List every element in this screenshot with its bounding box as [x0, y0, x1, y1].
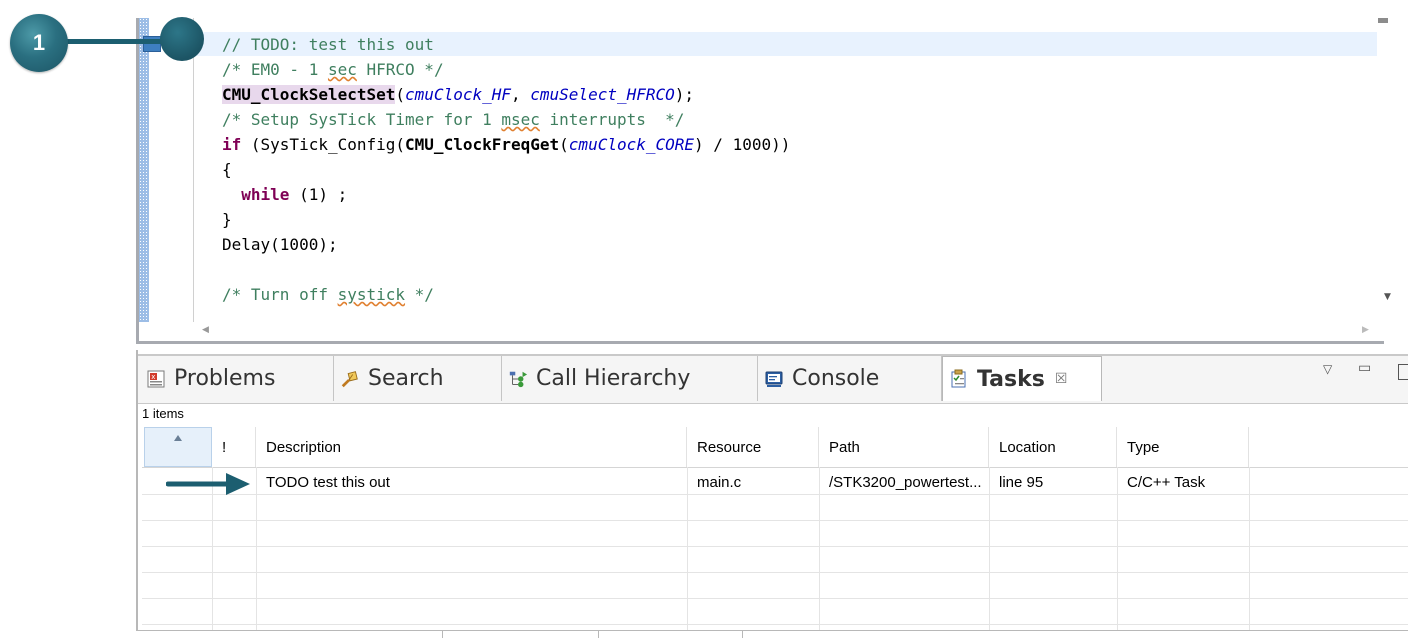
minimize-icon[interactable]: ▭ [1358, 360, 1371, 376]
code-line-if[interactable]: if (SysTick_Config(CMU_ClockFreqGet(cmuC… [222, 132, 790, 157]
problems-icon: x [146, 369, 166, 389]
code-text: ); [674, 85, 695, 104]
maximize-icon[interactable] [1398, 364, 1408, 380]
code-text: ) / 1000)) [694, 135, 791, 154]
code-text: */ [405, 285, 434, 304]
tasks-icon [949, 369, 969, 389]
tab-label: Call Hierarchy [536, 366, 691, 391]
status-divider [598, 631, 599, 638]
items-bar [138, 403, 1408, 426]
row-divider [142, 546, 1408, 547]
status-divider [742, 631, 743, 638]
row-divider [142, 598, 1408, 599]
tab-label: Tasks [977, 366, 1045, 392]
column-header-label: Resource [697, 438, 762, 456]
code-line-clock-select[interactable]: CMU_ClockSelectSet(cmuClock_HF, cmuSelec… [222, 82, 694, 107]
code-text: interrupts */ [539, 110, 685, 129]
tab-label: Search [368, 366, 444, 391]
tab-call-hierarchy[interactable]: Call Hierarchy [502, 356, 758, 401]
code-keyword: if [222, 135, 242, 154]
code-text: /* Setup SysTick Timer for 1 [222, 110, 502, 129]
scroll-down-arrow-icon[interactable]: ▼ [1384, 292, 1391, 302]
status-divider [442, 631, 443, 638]
row-divider [142, 520, 1408, 521]
code-keyword: while [241, 185, 290, 204]
cell-type: C/C++ Task [1127, 474, 1206, 491]
code-param: cmuClock_CORE [568, 135, 695, 154]
table-header-divider [142, 467, 1408, 468]
gutter-divider [193, 18, 194, 322]
code-text: ( [559, 135, 569, 154]
column-header-location[interactable]: Location [989, 427, 1117, 467]
tab-label: Console [792, 366, 880, 391]
code-line-brace-open[interactable]: { [222, 157, 232, 182]
code-line-comment-systick[interactable]: /* Setup SysTick Timer for 1 msec interr… [222, 107, 684, 132]
row-divider [142, 572, 1408, 573]
row-divider [142, 624, 1408, 625]
spelling-warning: sec [327, 60, 357, 79]
code-line-comment-turn-off[interactable]: /* Turn off systick */ [222, 282, 434, 307]
scroll-thumb[interactable] [1378, 18, 1388, 23]
spelling-warning: msec [501, 110, 540, 129]
code-text: ( [395, 85, 406, 104]
spelling-warning: systick [337, 285, 406, 304]
scroll-right-arrow-icon[interactable]: ▶ [1362, 325, 1369, 335]
code-param: cmuSelect_HFRCO [530, 85, 675, 104]
column-header-type[interactable]: Type [1117, 427, 1249, 467]
tab-search[interactable]: Search [334, 356, 502, 401]
column-header-label: Path [829, 438, 860, 456]
function-name: CMU_ClockSelectSet [222, 85, 396, 104]
scroll-left-arrow-icon[interactable]: ◀ [202, 325, 209, 335]
code-line-while[interactable]: while (1) ; [222, 182, 347, 207]
column-header-label: Type [1127, 438, 1160, 456]
svg-text:x: x [151, 373, 155, 381]
column-header-filler [1249, 427, 1408, 467]
console-icon [764, 369, 784, 389]
callout-line [66, 39, 174, 44]
column-header-description[interactable]: Description [256, 427, 687, 467]
code-text: /* Turn off [222, 285, 338, 304]
column-divider [1249, 467, 1250, 630]
items-count: 1 items [142, 406, 184, 421]
call-hierarchy-icon [508, 369, 528, 389]
editor-vertical-scrollbar[interactable] [1377, 18, 1389, 322]
close-icon[interactable]: ☒ [1055, 371, 1068, 387]
search-icon [340, 369, 360, 389]
code-text: HFRCO */ [356, 60, 444, 79]
code-line-todo[interactable]: // TODO: test this out [222, 32, 434, 57]
code-text: (SysTick_Config( [241, 135, 406, 154]
column-header-resource[interactable]: Resource [687, 427, 819, 467]
code-param: cmuClock_HF [405, 85, 511, 104]
column-header-label: Location [999, 438, 1056, 456]
view-menu-icon[interactable]: ▽ [1323, 362, 1332, 376]
tab-label: Problems [174, 366, 276, 391]
code-text: , [511, 85, 531, 104]
cell-path: /STK3200_powertest... [829, 474, 982, 491]
code-text: (1) ; [289, 185, 348, 204]
code-line-delay[interactable]: Delay(1000); [222, 232, 338, 257]
sort-indicator-column[interactable] [144, 427, 212, 467]
column-header-label: ! [222, 438, 227, 456]
column-header-path[interactable]: Path [819, 427, 989, 467]
code-line-comment-em0[interactable]: /* EM0 - 1 sec HFRCO */ [222, 57, 444, 82]
editor-horizontal-scrollbar[interactable] [194, 322, 1377, 340]
tab-tasks[interactable]: Tasks ☒ [942, 356, 1102, 401]
callout-badge: 1 [10, 14, 68, 72]
callout-arrow-icon [166, 473, 250, 495]
overview-ruler[interactable] [139, 18, 149, 322]
column-header-label: Description [266, 438, 342, 456]
code-text: /* EM0 - 1 [222, 60, 328, 79]
tab-problems[interactable]: x Problems [140, 356, 334, 401]
cell-resource: main.c [697, 474, 742, 491]
code-line-brace-close[interactable]: } [222, 207, 232, 232]
editor-frame-bottom [136, 341, 1384, 344]
tab-console[interactable]: Console [758, 356, 942, 401]
callout-pointer-dot [160, 17, 204, 61]
sort-ascending-icon [174, 435, 182, 441]
cell-description: TODO test this out [266, 474, 390, 491]
cell-location: line 95 [999, 474, 1044, 491]
function-name: CMU_ClockFreqGet [405, 135, 560, 154]
column-header-priority[interactable]: ! [212, 427, 256, 467]
